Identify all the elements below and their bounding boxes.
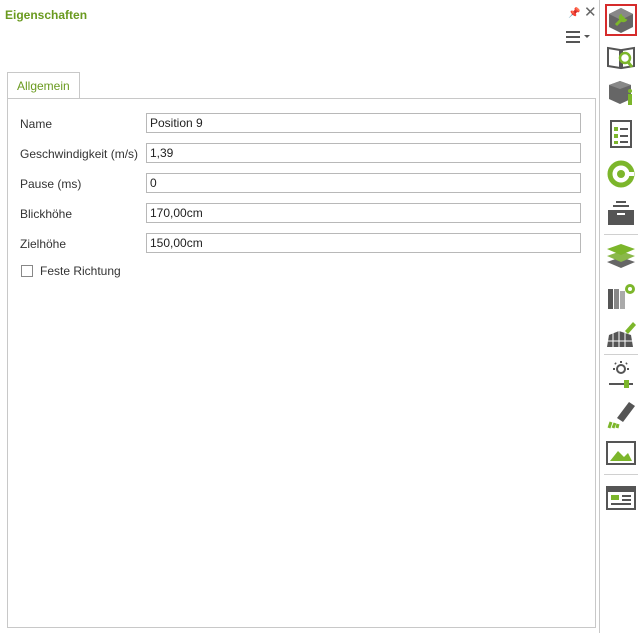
eye-height-field[interactable] [146, 203, 581, 223]
sidebar-item-materials[interactable] [605, 280, 637, 312]
panel-menu-button[interactable] [565, 28, 593, 46]
image-icon [606, 441, 636, 465]
checklist-icon [610, 120, 632, 148]
speed-label: Geschwindigkeit (m/s) [20, 147, 139, 161]
properties-panel: Eigenschaften 📌 ✕ Allgemein Name Geschwi… [0, 0, 600, 633]
pen-nib-icon [607, 402, 635, 429]
archive-icon [608, 201, 634, 225]
pause-label: Pause (ms) [20, 177, 82, 191]
target-height-label: Zielhöhe [20, 237, 67, 251]
pause-field[interactable] [146, 173, 581, 193]
name-field[interactable] [146, 113, 581, 133]
sidebar-separator [604, 354, 638, 355]
materials-gear-icon [608, 284, 635, 309]
hamburger-menu-icon [566, 31, 590, 43]
sidebar-item-object-info[interactable] [605, 76, 637, 108]
grid-pencil-icon [607, 322, 636, 347]
sidebar-item-terrain[interactable] [605, 318, 637, 350]
sidebar-item-image[interactable] [605, 437, 637, 469]
target-height-field[interactable] [146, 233, 581, 253]
box-info-icon [609, 81, 632, 105]
sidebar-item-layout[interactable] [605, 482, 637, 514]
layout-icon [606, 486, 636, 510]
eye-height-label: Blickhöhe [20, 207, 73, 221]
sidebar-separator [604, 234, 638, 235]
sidebar-separator [604, 474, 638, 475]
tab-allgemein[interactable]: Allgemein [7, 72, 80, 98]
sidebar-item-catalog[interactable] [605, 41, 637, 73]
book-search-icon [607, 46, 635, 70]
properties-wrench-cube-icon [609, 8, 633, 33]
sidebar-item-checklist[interactable] [605, 118, 637, 150]
name-label: Name [20, 117, 53, 131]
sidebar-item-lighting[interactable] [605, 360, 637, 392]
refresh-icon [607, 160, 635, 188]
speed-field[interactable] [146, 143, 581, 163]
fixed-direction-label: Feste Richtung [40, 264, 121, 278]
fixed-direction-checkbox[interactable] [21, 265, 33, 277]
panel-title: Eigenschaften [5, 8, 88, 22]
sidebar-item-refresh[interactable] [605, 158, 637, 190]
light-slider-icon [609, 361, 633, 388]
pin-icon[interactable]: 📌 [568, 8, 580, 19]
sidebar-item-sketch[interactable] [605, 398, 637, 430]
layers-icon [607, 244, 635, 268]
sidebar-item-layers[interactable] [605, 240, 637, 272]
sidebar-item-properties[interactable] [605, 4, 637, 36]
sidebar-item-archive[interactable] [605, 197, 637, 229]
close-icon[interactable]: ✕ [584, 4, 597, 22]
